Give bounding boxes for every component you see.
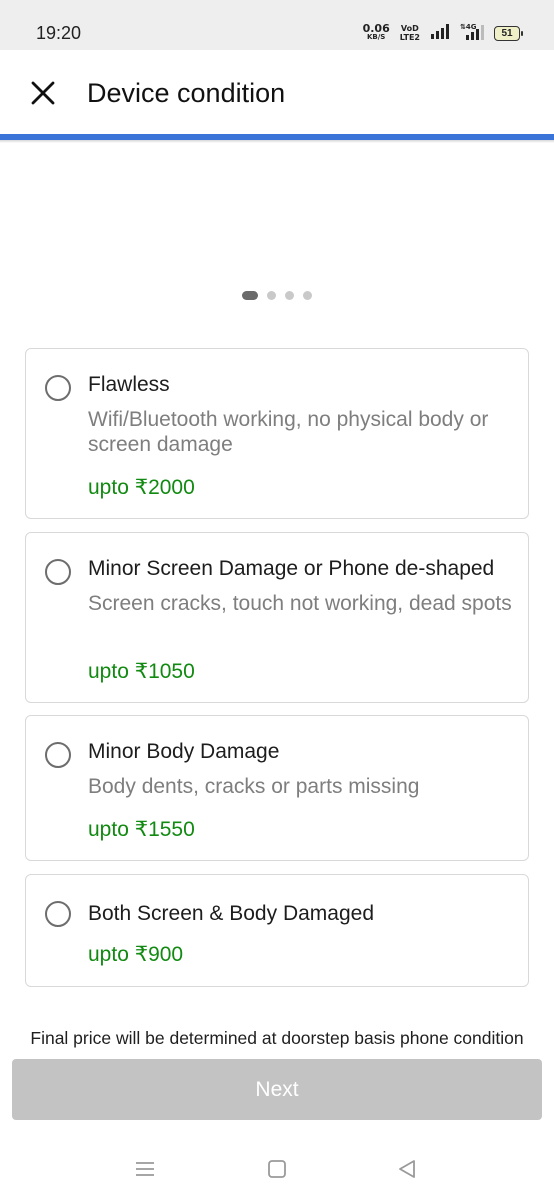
app-bar: Device condition [0,50,554,134]
option-title: Minor Body Damage [88,740,280,763]
system-nav-bar [0,1136,554,1200]
network-speed: 0.06 KB/S [362,22,390,42]
option-title: Both Screen & Body Damaged [88,902,375,925]
option-price: upto ₹1550 [88,818,195,841]
battery-icon: 51 [494,25,523,41]
volte-bottom-label: LTE2 [399,33,420,42]
signal-4g-icon: ⇅4G [460,22,484,45]
carousel-dots [0,291,554,300]
next-button[interactable]: Next [12,1059,542,1120]
menu-button[interactable] [130,1154,160,1184]
page-title: Device condition [87,78,286,108]
back-button[interactable] [392,1154,422,1184]
option-description: Body dents, cracks or parts missing [88,775,420,798]
status-bar: 19:20 0.06 KB/S VoD LTE2 ⇅4G 51 [0,0,554,50]
home-square-icon [268,1160,286,1178]
option-title: Flawless [88,373,170,396]
condition-option-screen-and-body-damaged[interactable]: Both Screen & Body Damaged upto ₹900 [25,874,529,987]
menu-icon [136,1162,154,1176]
svg-text:⇅4G: ⇅4G [460,23,477,31]
condition-option-minor-body-damage[interactable]: Minor Body Damage Body dents, cracks or … [25,715,529,861]
price-disclaimer: Final price will be determined at doorst… [30,1028,524,1048]
close-icon [31,81,55,105]
status-time: 19:20 [36,23,82,43]
home-button[interactable] [262,1154,292,1184]
carousel-dot[interactable] [303,291,312,300]
carousel-dot[interactable] [285,291,294,300]
option-price: upto ₹900 [88,943,184,966]
option-description: Screen cracks, touch not working, dead s… [88,592,512,615]
condition-option-minor-screen-damage[interactable]: Minor Screen Damage or Phone de-shaped S… [25,532,529,703]
close-button[interactable] [24,74,62,112]
carousel-dot[interactable] [267,291,276,300]
back-triangle-icon [399,1160,415,1178]
condition-option-flawless[interactable]: Flawless Wifi/Bluetooth working, no phys… [25,348,529,519]
signal-icon [430,23,450,44]
option-price: upto ₹2000 [88,476,195,499]
option-description: Wifi/Bluetooth working, no physical body… [88,408,489,456]
carousel-dot-active[interactable] [242,291,258,300]
network-speed-unit: KB/S [366,33,386,41]
network-speed-value: 0.06 [362,22,390,35]
status-icons: 0.06 KB/S VoD LTE2 ⇅4G 51 [362,22,523,45]
header-shadow [0,140,554,143]
radio-button[interactable] [45,375,71,401]
volte-indicator: VoD LTE2 [400,24,420,42]
volte-top-label: VoD [400,24,419,33]
radio-button[interactable] [45,559,71,585]
option-price: upto ₹1050 [88,660,195,683]
radio-button[interactable] [45,742,71,768]
option-title: Minor Screen Damage or Phone de-shaped [88,557,495,580]
radio-button[interactable] [45,901,71,927]
